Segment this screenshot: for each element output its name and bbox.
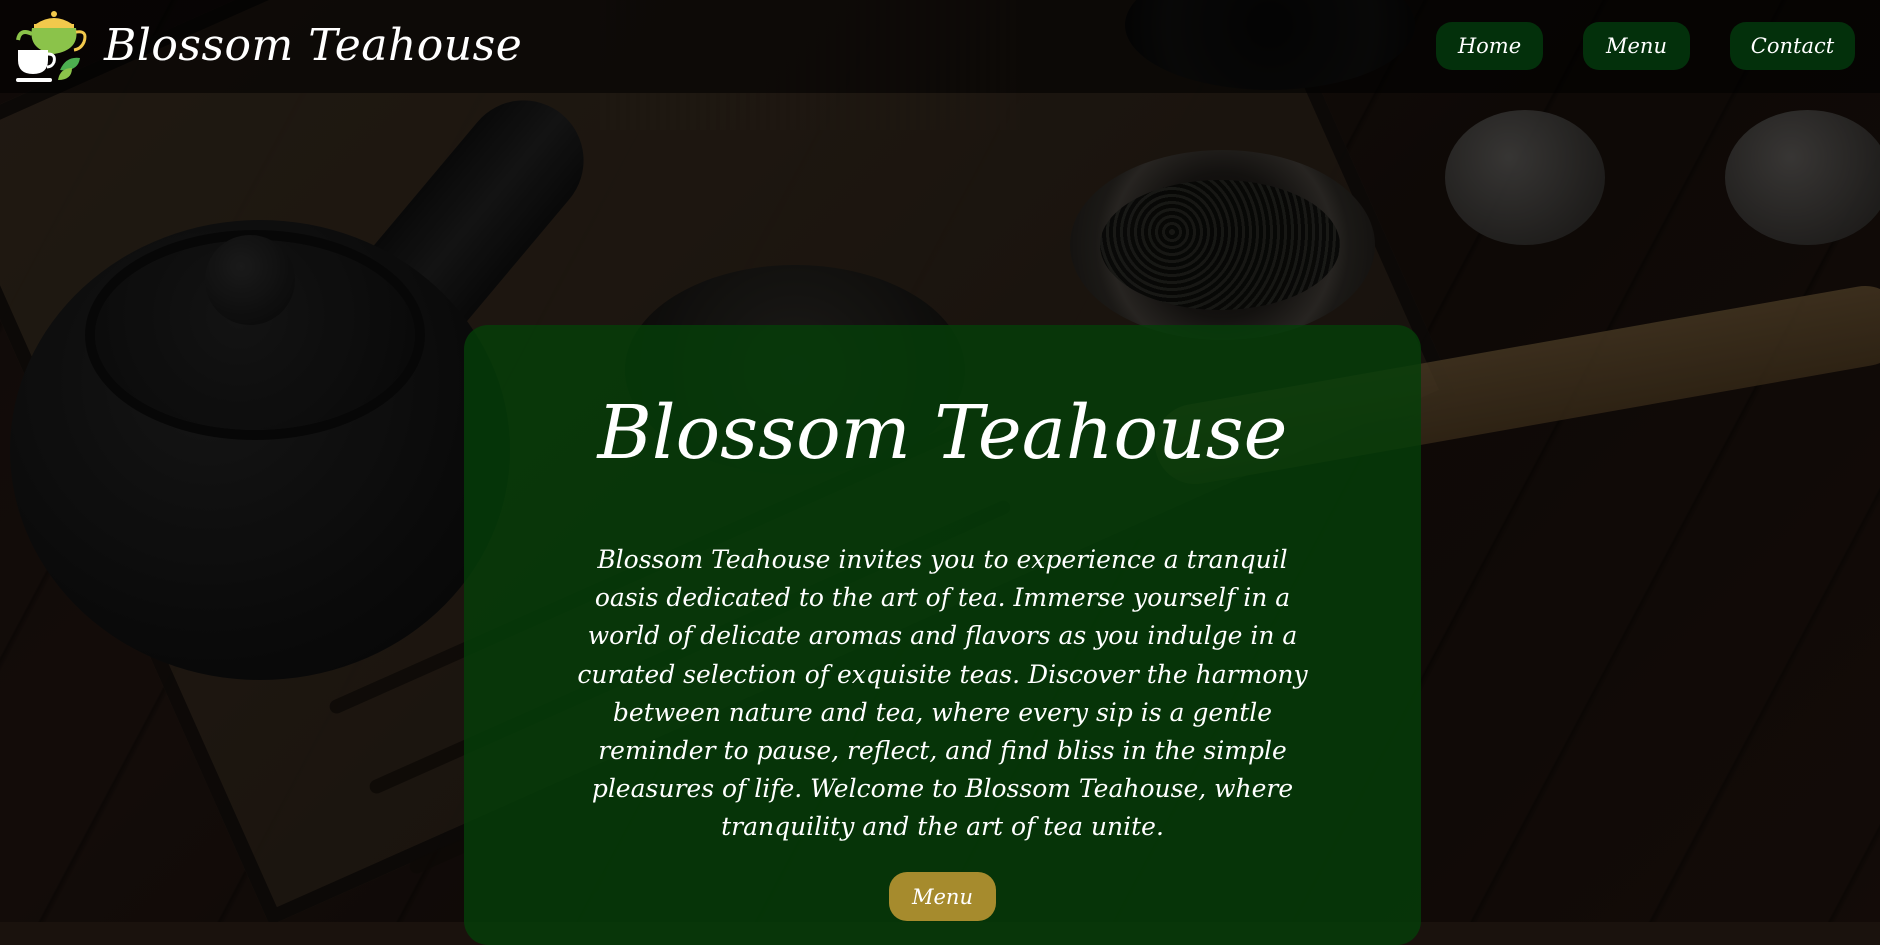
hero-title: Blossom Teahouse	[597, 390, 1288, 476]
teapot-logo-icon[interactable]	[14, 8, 92, 86]
site-header: Blossom Teahouse Home Menu Contact	[0, 0, 1880, 93]
nav-menu-button[interactable]: Menu	[1583, 22, 1690, 70]
brand-name[interactable]: Blossom Teahouse	[104, 18, 522, 74]
hero-card: Blossom Teahouse Blossom Teahouse invite…	[464, 325, 1421, 945]
menu-cta-button[interactable]: Menu	[889, 872, 996, 921]
hero-description: Blossom Teahouse invites you to experien…	[577, 545, 1308, 842]
nav-home-button[interactable]: Home	[1436, 22, 1543, 70]
nav-contact-button[interactable]: Contact	[1730, 22, 1855, 70]
